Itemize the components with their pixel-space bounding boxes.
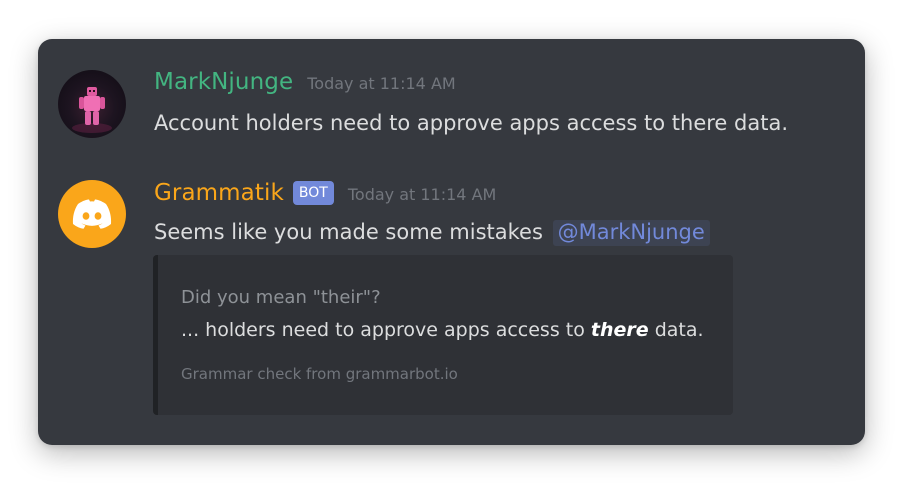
embed-title: Did you mean "their"? xyxy=(181,287,381,308)
embed-description-suffix: data. xyxy=(654,319,704,341)
discord-logo-icon xyxy=(72,199,112,229)
message-timestamp: Today at 11:14 AM xyxy=(307,74,456,93)
message-header: Grammatik BOT Today at 11:14 AM xyxy=(154,180,496,208)
user-avatar[interactable] xyxy=(58,70,126,138)
message-header: MarkNjunge Today at 11:14 AM xyxy=(154,69,456,95)
embed-description: ... holders need to approve apps access … xyxy=(181,319,704,341)
message-embed: Did you mean "their"? ... holders need t… xyxy=(153,255,733,415)
username[interactable]: Grammatik xyxy=(154,180,284,206)
embed-description-highlight: there xyxy=(590,319,649,341)
message-text: Seems like you made some mistakes xyxy=(154,220,543,244)
chat-message-panel: MarkNjunge Today at 11:14 AM Account hol… xyxy=(38,39,865,445)
message-timestamp: Today at 11:14 AM xyxy=(347,185,497,204)
user-avatar-figure-icon xyxy=(72,87,112,133)
message-content: Seems like you made some mistakes @MarkN… xyxy=(154,220,710,246)
message-content: Account holders need to approve apps acc… xyxy=(154,111,788,135)
bot-tag-badge: BOT xyxy=(292,181,334,205)
embed-description-prefix: ... holders need to approve apps access … xyxy=(181,319,585,341)
embed-footer: Grammar check from grammarbot.io xyxy=(181,365,458,383)
username[interactable]: MarkNjunge xyxy=(154,69,293,95)
bot-avatar[interactable] xyxy=(58,180,126,248)
user-mention[interactable]: @MarkNjunge xyxy=(552,220,710,246)
